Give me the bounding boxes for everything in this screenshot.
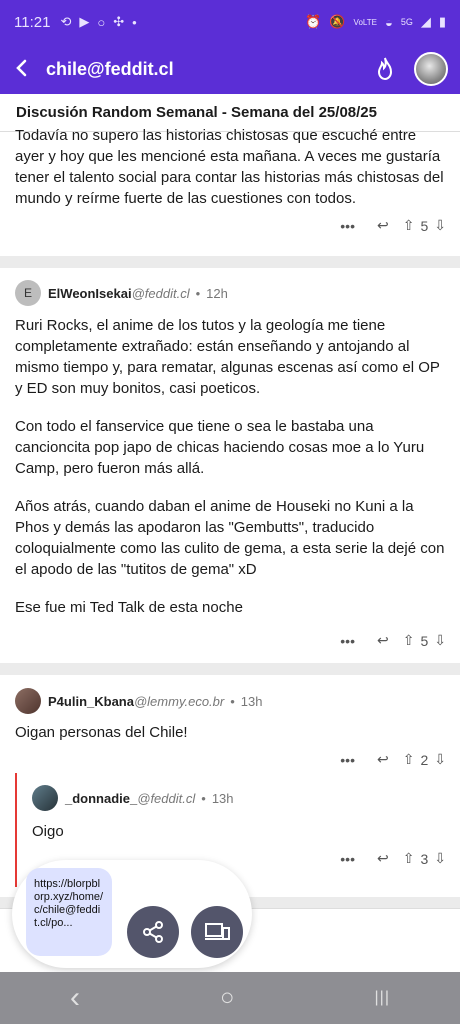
home-nav-icon[interactable]: ○ bbox=[220, 984, 235, 1012]
alarm-icon: ⏰ bbox=[305, 14, 322, 29]
separator: • bbox=[195, 285, 201, 301]
more-options-icon[interactable]: ••• bbox=[340, 218, 355, 234]
vote-group: ⇧ 5 ⇩ bbox=[403, 632, 446, 649]
avatar[interactable] bbox=[32, 785, 58, 811]
reply-icon[interactable]: ↩ bbox=[377, 850, 389, 867]
dot-icon: • bbox=[132, 14, 137, 30]
reply-icon[interactable]: ↩ bbox=[377, 217, 389, 234]
vote-group: ⇧ 5 ⇩ bbox=[403, 217, 446, 234]
comment-meta: E ElWeonIsekai @feddit.cl • 12h bbox=[0, 280, 460, 306]
timestamp: 13h bbox=[240, 693, 263, 709]
status-left-icons: ⟲ ▶ ○ ✣ • bbox=[60, 14, 136, 30]
share-icon bbox=[143, 921, 163, 943]
comment-paragraph: Ese fue mi Ted Talk de esta noche bbox=[15, 599, 243, 616]
upvote-icon[interactable]: ⇧ bbox=[403, 751, 415, 768]
comment-actions: ••• ↩ ⇧ 5 ⇩ bbox=[0, 632, 460, 649]
system-nav-bar: ‹ ○ ||| bbox=[0, 972, 460, 1024]
score: 3 bbox=[420, 850, 429, 867]
comment-meta: P4ulin_Kbana @lemmy.eco.br • 13h bbox=[0, 688, 460, 714]
avatar[interactable] bbox=[15, 688, 41, 714]
mute-icon: 🔕 bbox=[329, 14, 346, 29]
comment-paragraph: Años atrás, cuando daban el anime de Hou… bbox=[15, 498, 445, 578]
status-time: 11:21 bbox=[14, 13, 51, 31]
send-to-device-button[interactable] bbox=[191, 906, 243, 958]
comment-paragraph: Con todo el fanservice que tiene o sea l… bbox=[15, 418, 425, 477]
circle-icon: ○ bbox=[97, 14, 106, 30]
avatar[interactable]: E bbox=[15, 280, 41, 306]
more-options-icon[interactable]: ••• bbox=[340, 851, 355, 867]
share-url-preview[interactable]: https://blorpblorp.xyz/home/c/chile@fedd… bbox=[26, 868, 112, 956]
upvote-icon[interactable]: ⇧ bbox=[403, 850, 415, 867]
share-button[interactable] bbox=[127, 906, 179, 958]
score: 2 bbox=[420, 751, 429, 768]
status-right-icons: ⏰ 🔕 VoLTE ◒ 5G ◢ ▮ bbox=[305, 14, 446, 30]
username[interactable]: _donnadie_ bbox=[65, 791, 137, 806]
upvote-icon[interactable]: ⇧ bbox=[403, 217, 415, 234]
vote-group: ⇧ 3 ⇩ bbox=[403, 850, 446, 867]
reply-icon[interactable]: ↩ bbox=[377, 632, 389, 649]
youtube-icon: ▶ bbox=[79, 14, 90, 29]
sync-icon: ⟲ bbox=[60, 14, 72, 29]
more-options-icon[interactable]: ••• bbox=[340, 633, 355, 649]
reply-icon[interactable]: ↩ bbox=[377, 751, 389, 768]
recents-nav-icon[interactable]: ||| bbox=[375, 989, 390, 1007]
downvote-icon[interactable]: ⇩ bbox=[434, 850, 446, 867]
score: 5 bbox=[420, 217, 429, 234]
signal-icon: ◢ bbox=[420, 14, 431, 29]
volte-icon: VoLTE bbox=[353, 17, 377, 27]
status-bar: 11:21 ⟲ ▶ ○ ✣ • ⏰ 🔕 VoLTE ◒ 5G ◢ ▮ bbox=[0, 0, 460, 44]
comment-text: Oigan personas del Chile! bbox=[15, 724, 188, 741]
separator: • bbox=[201, 790, 206, 806]
vote-group: ⇧ 2 ⇩ bbox=[403, 751, 446, 768]
app-bar: chile@feddit.cl bbox=[0, 44, 460, 94]
comment-text: Todavía no supero las historias chistosa… bbox=[15, 127, 444, 207]
comment-text: Oigo bbox=[32, 823, 64, 840]
comment-actions: ••• ↩ ⇧ 5 ⇩ bbox=[0, 217, 460, 234]
comment-meta: _donnadie_ @feddit.cl • 13h bbox=[17, 785, 460, 811]
comment-paragraph: Ruri Rocks, el anime de los tutos y la g… bbox=[15, 317, 440, 397]
instance: @feddit.cl bbox=[131, 285, 190, 301]
username[interactable]: P4ulin_Kbana bbox=[48, 694, 134, 709]
upvote-icon[interactable]: ⇧ bbox=[403, 632, 415, 649]
comment-actions: ••• ↩ ⇧ 2 ⇩ bbox=[0, 751, 460, 768]
instance: @lemmy.eco.br bbox=[133, 693, 225, 709]
more-options-icon[interactable]: ••• bbox=[340, 752, 355, 768]
community-title[interactable]: chile@feddit.cl bbox=[46, 59, 370, 80]
share-sheet: https://blorpblorp.xyz/home/c/chile@fedd… bbox=[12, 860, 252, 968]
downvote-icon[interactable]: ⇩ bbox=[434, 217, 446, 234]
battery-icon: ▮ bbox=[438, 14, 446, 29]
devices-icon bbox=[205, 923, 230, 940]
comment-card: E ElWeonIsekai @feddit.cl • 12h Ruri Roc… bbox=[0, 268, 460, 663]
username[interactable]: ElWeonIsekai bbox=[48, 286, 132, 301]
wifi-icon: ◒ bbox=[384, 14, 393, 30]
back-arrow-icon[interactable] bbox=[12, 54, 46, 85]
user-avatar[interactable] bbox=[414, 52, 448, 86]
fire-icon[interactable] bbox=[370, 54, 400, 84]
5g-icon: 5G bbox=[400, 17, 413, 27]
back-nav-icon[interactable]: ‹ bbox=[70, 981, 80, 1015]
separator: • bbox=[230, 693, 235, 709]
downvote-icon[interactable]: ⇩ bbox=[434, 632, 446, 649]
timestamp: 13h bbox=[211, 790, 234, 806]
comment-card: Todavía no supero las historias chistosa… bbox=[0, 127, 460, 256]
fan-icon: ✣ bbox=[113, 14, 125, 29]
score: 5 bbox=[420, 632, 429, 649]
timestamp: 12h bbox=[206, 285, 228, 301]
downvote-icon[interactable]: ⇩ bbox=[434, 751, 446, 768]
instance: @feddit.cl bbox=[137, 790, 196, 806]
